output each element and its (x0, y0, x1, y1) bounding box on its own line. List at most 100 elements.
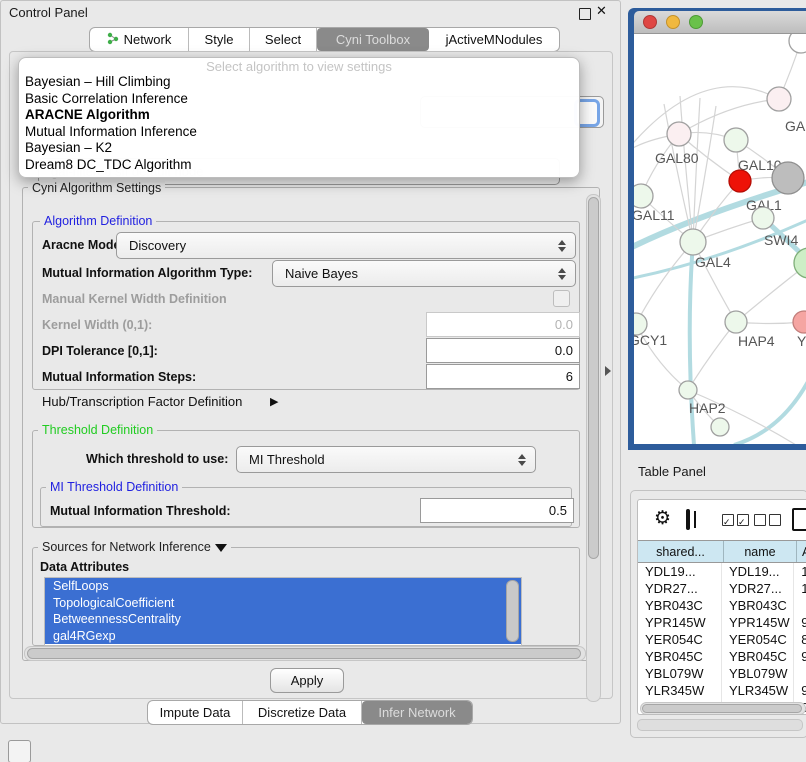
float-window-icon[interactable] (579, 8, 591, 20)
gear-icon[interactable]: ⚙ (654, 509, 671, 528)
network-node-hap4[interactable] (725, 311, 747, 333)
network-edge[interactable] (634, 220, 806, 279)
mi-threshold-label: Mutual Information Threshold: (50, 504, 231, 518)
document-icon[interactable] (792, 508, 806, 531)
table-cell: YDL19... (722, 563, 794, 580)
split-columns-icon[interactable] (686, 509, 690, 530)
table-horizontal-scrollbar[interactable] (640, 702, 806, 715)
aracne-mode-combobox[interactable]: Discovery (116, 232, 576, 259)
list-scrollbar[interactable] (506, 580, 519, 642)
threshold-definition-legend: Threshold Definition (38, 423, 157, 437)
mi-algorithm-type-label: Mutual Information Algorithm Type: (42, 266, 252, 280)
table-row[interactable]: YER054CYER054C8. (638, 631, 806, 648)
select-all-checkboxes-icon[interactable] (722, 514, 749, 526)
deselect-all-checkboxes-icon[interactable] (754, 514, 781, 526)
node-label: SWI4 (764, 232, 798, 248)
table-cell: 9. (794, 614, 806, 631)
close-traffic-light[interactable] (643, 15, 657, 29)
tab-cyni-toolbox[interactable]: Cyni Toolbox (317, 28, 429, 51)
node-label: GCY1 (634, 332, 667, 348)
table-row[interactable]: YBR043CYBR043C (638, 597, 806, 614)
collapse-icon[interactable] (215, 544, 227, 552)
algorithm-option[interactable]: Dream8 DC_TDC Algorithm (19, 157, 579, 174)
mi-threshold-field[interactable]: 0.5 (420, 498, 574, 523)
network-node-hap2[interactable] (679, 381, 697, 399)
network-node-swi4[interactable] (752, 207, 774, 229)
tab-network[interactable]: Network (90, 28, 189, 51)
settings-vertical-scrollbar[interactable] (586, 194, 601, 702)
network-edge[interactable] (688, 322, 736, 390)
table-row[interactable]: YDL19...YDL19...13 (638, 563, 806, 580)
network-node-y[interactable] (793, 311, 806, 333)
tab-jactivemnodules[interactable]: jActiveMNodules (429, 28, 559, 51)
network-edge[interactable] (736, 263, 806, 322)
network-node-gal1[interactable] (729, 170, 751, 192)
column-header-shared[interactable]: shared... (638, 541, 724, 562)
data-attributes-list[interactable]: SelfLoopsTopologicalCoefficientBetweenne… (44, 577, 522, 646)
apply-button[interactable]: Apply (270, 668, 344, 693)
stepper-arrows-icon (555, 268, 569, 280)
close-icon[interactable]: ✕ (596, 3, 607, 19)
table-row[interactable]: YBR045CYBR045C9. (638, 648, 806, 665)
data-attributes-label: Data Attributes (40, 560, 129, 574)
table-cell: YLR345W (638, 682, 722, 699)
data-attribute-item[interactable]: TopologicalCoefficient (45, 595, 521, 612)
table-cell: YBR043C (722, 597, 794, 614)
stepper-arrows-icon (515, 454, 529, 466)
table-header-row: shared... name A (638, 540, 806, 563)
data-attribute-item[interactable]: gal4RGexp (45, 628, 521, 645)
data-attribute-item[interactable]: BetweennessCentrality (45, 611, 521, 628)
network-node-gal[interactable] (767, 87, 791, 111)
cyni-algorithm-settings-legend: Cyni Algorithm Settings (28, 181, 165, 195)
algorithm-option[interactable]: Bayesian – K2 (19, 140, 579, 157)
tab-impute-data[interactable]: Impute Data (148, 701, 243, 724)
which-threshold-combobox[interactable]: MI Threshold (236, 446, 536, 473)
network-canvas[interactable]: GALGAL80GAL10GAL1GAL11SWI4GAL4GCY1HAP4YH… (634, 34, 806, 444)
table-cell: YER054C (638, 631, 722, 648)
table-cell (794, 597, 806, 614)
hub-expand-icon[interactable]: ▶ (270, 395, 278, 408)
manual-kernel-width-checkbox[interactable] (553, 290, 570, 307)
settings-horizontal-scrollbar[interactable] (24, 646, 586, 661)
network-window-titlebar[interactable] (634, 11, 806, 34)
network-node-gal11[interactable] (634, 184, 653, 208)
table-row[interactable]: YBL079WYBL079W (638, 665, 806, 682)
table-row[interactable]: YPR145WYPR145W9. (638, 614, 806, 631)
algorithm-option[interactable]: Basic Correlation Inference (19, 91, 579, 108)
tab-style[interactable]: Style (189, 28, 250, 51)
kernel-width-field[interactable]: 0.0 (426, 312, 580, 337)
collapsed-panel-button[interactable] (8, 740, 31, 762)
table-row[interactable]: YLR345WYLR345W9. (638, 682, 806, 699)
tab-discretize-data[interactable]: Discretize Data (243, 701, 362, 724)
dpi-tolerance-field[interactable]: 0.0 (426, 338, 580, 363)
mi-steps-field[interactable]: 6 (426, 364, 580, 389)
table-row[interactable]: YDR27...YDR27...12 (638, 580, 806, 597)
algorithm-option[interactable]: Mutual Information Inference (19, 124, 579, 141)
algorithm-definition-legend: Algorithm Definition (40, 214, 156, 228)
table-panel-window: ⚙ shared... name A YDL19...YDL19...13YDR… (630, 490, 806, 738)
minimize-traffic-light[interactable] (666, 15, 680, 29)
network-node[interactable] (772, 162, 804, 194)
table-cell: YPR145W (722, 614, 794, 631)
table-cell: YDR27... (638, 580, 722, 597)
splitter-arrow-icon[interactable] (605, 366, 611, 376)
network-node-gal10[interactable] (724, 128, 748, 152)
network-edge[interactable] (636, 242, 693, 324)
table-cell: YPR145W (638, 614, 722, 631)
network-edge[interactable] (679, 99, 779, 134)
network-node[interactable] (789, 34, 806, 53)
network-node-gal80[interactable] (667, 122, 691, 146)
algorithm-option[interactable]: ARACNE Algorithm (19, 107, 579, 124)
column-header-name[interactable]: name (724, 541, 797, 562)
network-edge[interactable] (734, 374, 806, 444)
algorithm-option[interactable]: Bayesian – Hill Climbing (19, 74, 579, 91)
tab-infer-network[interactable]: Infer Network (362, 701, 472, 724)
zoom-traffic-light[interactable] (689, 15, 703, 29)
network-node[interactable] (711, 418, 729, 436)
dpi-tolerance-label: DPI Tolerance [0,1]: (42, 344, 158, 358)
column-header-clipped[interactable]: A (797, 541, 806, 562)
data-attribute-item[interactable]: SelfLoops (45, 578, 521, 595)
tab-select[interactable]: Select (250, 28, 317, 51)
network-node-gal4[interactable] (680, 229, 706, 255)
mi-algorithm-type-combobox[interactable]: Naive Bayes (272, 260, 576, 287)
